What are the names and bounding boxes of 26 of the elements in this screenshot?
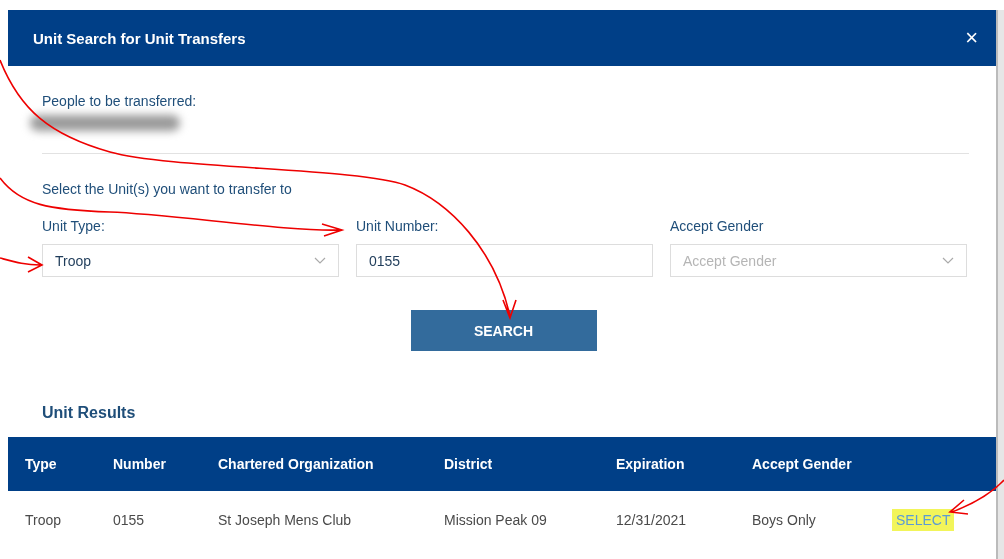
column-header: Number xyxy=(113,456,167,472)
field-label: Accept Gender xyxy=(670,218,765,234)
field-label: Unit Type: xyxy=(42,218,106,234)
table-cell-text: 0155 xyxy=(113,511,146,528)
input-field[interactable]: 0155 xyxy=(356,244,653,277)
close-button[interactable]: × xyxy=(965,25,978,51)
people-label: People to be transferred: xyxy=(42,93,198,109)
chevron-down-icon xyxy=(942,256,954,265)
hand-drawn-arrow xyxy=(949,479,1004,515)
column-header: District xyxy=(444,456,494,472)
column-header: Expiration xyxy=(616,456,686,472)
search-button[interactable]: SEARCH xyxy=(410,310,597,351)
chevron-down-icon xyxy=(314,256,326,265)
dialog-title: Unit Search for Unit Transfers xyxy=(33,29,246,47)
table-cell-text: St Joseph Mens Club xyxy=(218,511,353,528)
column-header: Type xyxy=(25,456,58,472)
results-title: Unit Results xyxy=(42,404,137,422)
table-cell-text: Troop xyxy=(25,511,63,528)
select-field[interactable]: Troop xyxy=(42,244,339,277)
instruction-text: Select the Unit(s) you want to transfer to xyxy=(42,181,293,197)
table-cell-text: Mission Peak 09 xyxy=(444,511,548,528)
column-header: Accept Gender xyxy=(752,456,853,472)
column-header: Chartered Organization xyxy=(218,456,375,472)
table-cell-text: Boys Only xyxy=(752,511,817,528)
table-cell-text: 12/31/2021 xyxy=(616,511,688,528)
field-label: Unit Number: xyxy=(356,218,440,234)
